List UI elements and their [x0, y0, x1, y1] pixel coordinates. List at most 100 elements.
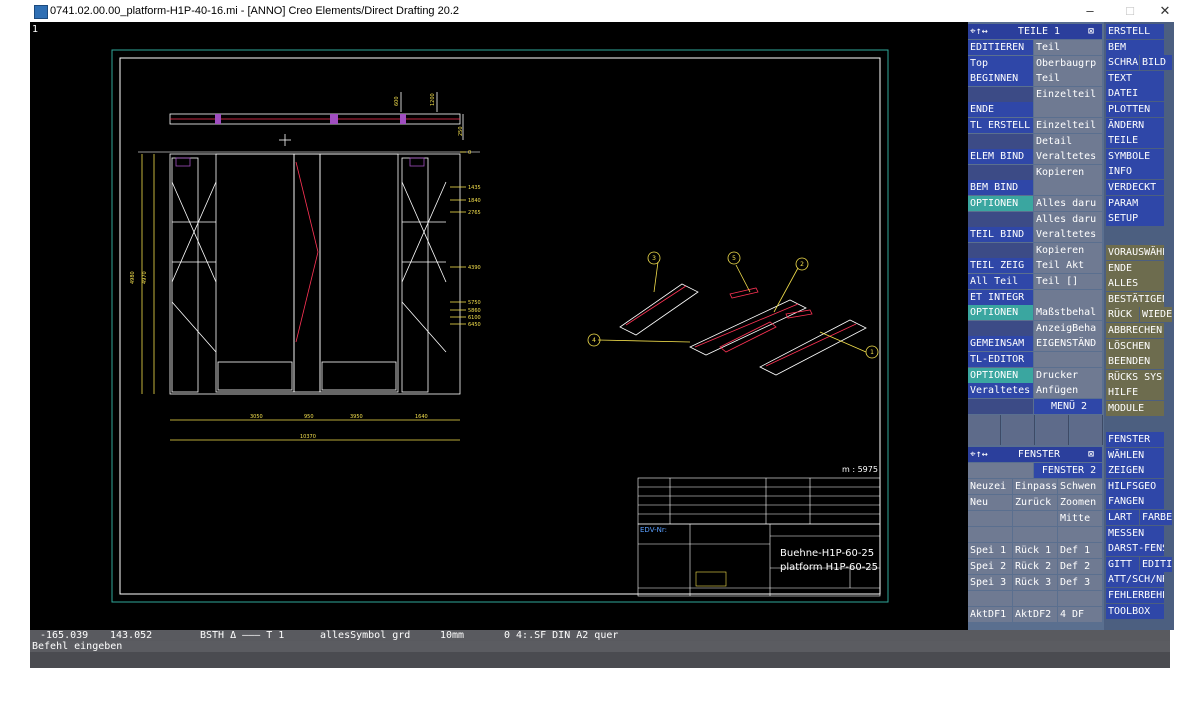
close-button[interactable]: ✕ [1150, 2, 1180, 20]
teile-menu-item[interactable]: GEMEINSAM [968, 336, 1033, 352]
teile-menu-item[interactable] [968, 320, 1033, 336]
fenster-menu-item[interactable] [1013, 591, 1057, 606]
teile-menu-option[interactable]: Teil Akt [1034, 258, 1102, 274]
teile-menu-option[interactable]: Kopieren [1034, 164, 1102, 180]
main-menu-item[interactable]: GITT [1106, 556, 1139, 572]
teile-menu-option[interactable]: AnzeigBeha [1034, 320, 1102, 336]
teile-menu-option[interactable]: Maßstbehal [1034, 305, 1102, 321]
teile-menu-option[interactable] [1034, 180, 1102, 196]
fenster-menu-item[interactable]: Def 3 [1058, 575, 1102, 590]
teile-menu-item[interactable]: ET INTEGR [968, 289, 1033, 305]
teile-menu-option[interactable]: Drucker [1034, 367, 1102, 383]
fenster-menu-item[interactable]: Zoomen [1058, 495, 1102, 510]
main-menu-item[interactable]: FENSTER [1106, 432, 1164, 447]
fenster-menu-item[interactable]: Mitte [1058, 511, 1102, 526]
teile-menu-item[interactable] [968, 164, 1033, 180]
main-menu-item[interactable]: EDITI [1140, 556, 1172, 572]
main-menu-item[interactable]: TEILE [1106, 133, 1164, 149]
main-menu-item[interactable]: SCHRA [1106, 55, 1139, 71]
main-menu-item[interactable]: SYMBOLE [1106, 148, 1164, 164]
teile-menu-option[interactable]: Alles daru [1034, 196, 1102, 211]
teile-menu-item[interactable]: TEIL BIND [968, 227, 1033, 243]
fenster-menu-item[interactable]: Spei 1 [968, 543, 1012, 558]
fenster-menu-item[interactable] [968, 527, 1012, 542]
teile-menu-item[interactable]: ELEM BIND [968, 149, 1033, 165]
main-menu-item[interactable]: HILFE [1106, 385, 1164, 401]
teile-menu-option[interactable]: Einzelteil [1034, 118, 1102, 133]
pin-icon[interactable]: ⊠ [1086, 447, 1102, 462]
fenster-menu-item[interactable] [968, 591, 1012, 606]
teile-menu-item[interactable]: TEIL ZEIG [968, 258, 1033, 274]
main-menu-item[interactable]: PARAM [1106, 195, 1164, 211]
main-menu-item[interactable]: FARBE [1140, 510, 1172, 525]
fenster-menu-item[interactable]: Rück 2 [1013, 559, 1057, 574]
teile-menu-item[interactable]: EDITIEREN [968, 40, 1033, 55]
main-menu-item[interactable]: ENDE [1106, 260, 1164, 276]
teile-menu-option[interactable]: Anfügen [1034, 383, 1102, 399]
main-menu-item[interactable]: BEM [1106, 39, 1164, 55]
teile-menu-item[interactable] [968, 86, 1033, 102]
teile-menu-item[interactable]: TL ERSTELL [968, 118, 1033, 133]
main-menu-item[interactable]: LART [1106, 510, 1139, 525]
main-menu-item[interactable]: RÜCKS SYS [1106, 369, 1164, 385]
main-menu-item[interactable]: WIEDE [1140, 307, 1172, 323]
main-menu-item[interactable]: MODULE [1106, 401, 1164, 416]
main-menu-item[interactable]: HILFSGEO [1106, 478, 1164, 494]
teile-menu-item[interactable]: Veraltetes [968, 383, 1033, 399]
main-menu-item[interactable]: LÖSCHEN [1106, 338, 1164, 354]
teile-menu-option[interactable]: Teil [1034, 40, 1102, 55]
teile-menu-item[interactable]: ENDE [968, 102, 1033, 118]
main-menu-item[interactable]: DATEI [1106, 86, 1164, 102]
teile-menu-item[interactable]: Top [968, 55, 1033, 71]
fenster-menu-item[interactable] [968, 511, 1012, 526]
teile-menu-item[interactable] [968, 133, 1033, 149]
fenster-menu-item[interactable] [1058, 527, 1102, 542]
drawing-canvas[interactable]: 1 3050 950 3950 1640 10370 4980 4970 143… [30, 22, 968, 630]
teile-menu-option[interactable]: MENÜ 2 [1034, 398, 1102, 414]
main-menu-item[interactable]: RÜCK [1106, 307, 1139, 323]
main-menu-item[interactable]: ATT/SCH/NR [1106, 572, 1164, 588]
pin-icon[interactable]: ⊠ [1086, 24, 1102, 39]
fenster-menu-item[interactable]: Spei 2 [968, 559, 1012, 574]
main-menu-item[interactable]: FANGEN [1106, 494, 1164, 510]
fenster-menu-item[interactable] [1013, 511, 1057, 526]
teile-menu-item[interactable]: OPTIONEN [968, 305, 1033, 321]
main-menu-item[interactable]: FEHLERBEHE [1106, 588, 1164, 603]
fenster-menu-item[interactable]: AktDF2 [1013, 607, 1057, 622]
fenster2-button[interactable]: FENSTER 2 [1034, 463, 1102, 478]
fenster-menu-item[interactable]: Neu [968, 495, 1012, 510]
minimize-button[interactable]: – [1075, 2, 1105, 20]
fenster-menu-item[interactable]: Schwen [1058, 479, 1102, 494]
teile-menu-option[interactable]: Einzelteil [1034, 86, 1102, 102]
teile-menu-option[interactable]: Alles daru [1034, 211, 1102, 227]
fenster-menu-item[interactable]: Einpass [1013, 479, 1057, 494]
main-menu-item[interactable]: MESSEN [1106, 525, 1164, 541]
teile-menu-item[interactable]: OPTIONEN [968, 196, 1033, 211]
fenster-menu-item[interactable]: AktDF1 [968, 607, 1012, 622]
fenster-menu-item[interactable]: Zurück [1013, 495, 1057, 510]
teile-menu-item[interactable]: BEM BIND [968, 180, 1033, 196]
main-menu-item[interactable]: VERDECKT [1106, 180, 1164, 195]
main-menu-item[interactable]: INFO [1106, 164, 1164, 180]
main-menu-item[interactable]: ALLES [1106, 276, 1164, 292]
fenster-menu-item[interactable]: Rück 1 [1013, 543, 1057, 558]
teile-menu-item[interactable]: TL-EDITOR [968, 352, 1033, 367]
main-menu-item[interactable]: ZEIGEN [1106, 463, 1164, 479]
main-menu-item[interactable]: BILD [1140, 55, 1172, 71]
teile-menu-option[interactable]: Veraltetes [1034, 227, 1102, 243]
teile-menu-option[interactable]: Teil [] [1034, 274, 1102, 289]
main-menu-item[interactable]: PLOTTEN [1106, 102, 1164, 117]
fenster-menu-item[interactable]: Def 1 [1058, 543, 1102, 558]
teile-menu-option[interactable]: Veraltetes [1034, 149, 1102, 165]
main-menu-item[interactable]: SETUP [1106, 211, 1164, 227]
fenster-menu-item[interactable]: Def 2 [1058, 559, 1102, 574]
fenster-header-icons[interactable]: ⌖↑↔ [968, 447, 990, 462]
teile-menu-option[interactable] [1034, 289, 1102, 305]
main-menu-item[interactable]: BESTÄTIGEN [1106, 291, 1164, 307]
fenster-menu-item[interactable]: Spei 3 [968, 575, 1012, 590]
teile-menu-option[interactable]: Teil [1034, 71, 1102, 87]
fenster-menu-item[interactable]: Neuzei [968, 479, 1012, 494]
command-input[interactable] [30, 652, 1170, 668]
teile-menu-item[interactable] [968, 211, 1033, 227]
fenster-menu-item[interactable] [1058, 591, 1102, 606]
